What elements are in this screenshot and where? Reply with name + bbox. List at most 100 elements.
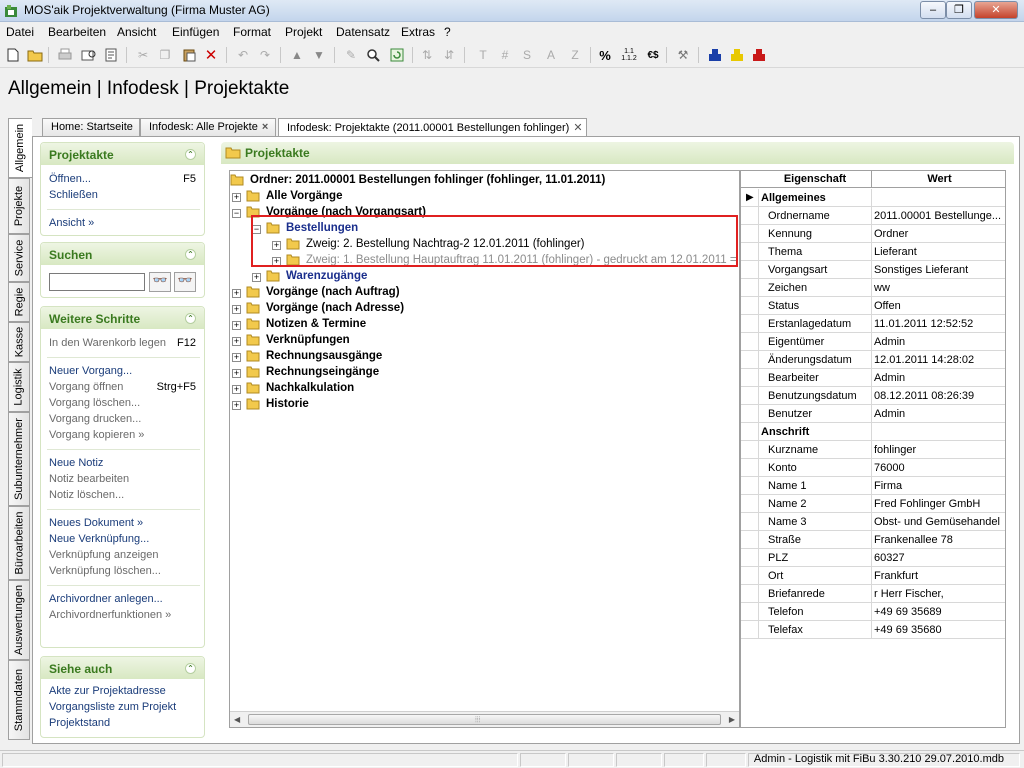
expand-icon[interactable]: + — [232, 321, 241, 330]
side-tab-allgemein[interactable]: Allgemein — [8, 118, 32, 178]
property-value[interactable]: Frankenallee 78 — [874, 534, 1005, 546]
property-value[interactable]: Fred Fohlinger GmbH — [874, 498, 1005, 510]
property-row[interactable]: Konto 76000 — [741, 459, 1005, 477]
new-vorgang-link[interactable]: Neuer Vorgang... — [49, 365, 132, 377]
property-value[interactable]: Lieferant — [874, 246, 1005, 258]
user-red-icon[interactable] — [750, 46, 768, 64]
cut-icon[interactable]: ✂ — [134, 46, 152, 64]
property-value[interactable]: 2011.00001 Bestellunge... — [874, 210, 1005, 222]
numbering-icon[interactable]: 1.1 1.1.2 — [620, 46, 638, 64]
archive-functions-link[interactable]: Archivordnerfunktionen » — [49, 609, 171, 621]
tab-projektakte[interactable]: Infodesk: Projektakte (2011.00001 Bestel… — [278, 118, 587, 137]
menu-ansicht[interactable]: Ansicht — [117, 25, 156, 39]
collapse-icon[interactable]: ⌃ — [185, 313, 196, 324]
move-down-icon[interactable]: ▼ — [310, 46, 328, 64]
property-row[interactable]: PLZ 60327 — [741, 549, 1005, 567]
search-input[interactable] — [49, 273, 145, 291]
property-value[interactable]: +49 69 35680 — [874, 624, 1005, 636]
side-tab-auswertungen[interactable]: Auswertungen — [8, 580, 30, 660]
menu-datensatz[interactable]: Datensatz — [336, 25, 390, 39]
tab-alle-projekte[interactable]: Infodesk: Alle Projekte × — [140, 118, 276, 136]
delete-link-link[interactable]: Verknüpfung löschen... — [49, 565, 161, 577]
expand-icon[interactable]: + — [232, 385, 241, 394]
menu-extras[interactable]: Extras — [401, 25, 435, 39]
new-document-link[interactable]: Neues Dokument » — [49, 517, 143, 529]
property-value[interactable]: Firma — [874, 480, 1005, 492]
property-row[interactable]: Änderungsdatum 12.01.2011 14:28:02 — [741, 351, 1005, 369]
side-tab-logistik[interactable]: Logistik — [8, 362, 30, 412]
menu-datei[interactable]: Datei — [6, 25, 34, 39]
menu-format[interactable]: Format — [233, 25, 271, 39]
edit-note-link[interactable]: Notiz bearbeiten — [49, 473, 129, 485]
menu-help[interactable]: ? — [444, 25, 451, 39]
collapse-icon[interactable]: ⌃ — [185, 663, 196, 674]
z-format-icon[interactable]: Z — [566, 46, 584, 64]
property-category[interactable]: Anschrift — [741, 423, 1005, 441]
open-link[interactable]: Öffnen... — [49, 173, 91, 185]
new-icon[interactable] — [4, 46, 22, 64]
redo-icon[interactable]: ↷ — [256, 46, 274, 64]
expand-icon[interactable]: + — [232, 289, 241, 298]
expand-icon[interactable]: + — [232, 353, 241, 362]
property-value[interactable]: 08.12.2011 08:26:39 — [874, 390, 1005, 402]
scroll-thumb[interactable]: ⦙⦙⦙ — [248, 714, 721, 725]
property-category[interactable]: ▶ Allgemeines — [741, 189, 1005, 207]
close-tab-icon[interactable]: × — [262, 121, 268, 133]
property-row[interactable]: Zeichen ww — [741, 279, 1005, 297]
edit-icon[interactable]: ✎ — [342, 46, 360, 64]
property-row[interactable]: Name 1 Firma — [741, 477, 1005, 495]
horizontal-scrollbar[interactable]: ◀ ⦙⦙⦙ ▶ — [230, 711, 739, 727]
side-tab-service[interactable]: Service — [8, 234, 30, 282]
delete-vorgang-link[interactable]: Vorgang löschen... — [49, 397, 140, 409]
open-folder-icon[interactable] — [26, 46, 44, 64]
side-tab-bueroarbeiten[interactable]: Büroarbeiten — [8, 506, 30, 580]
show-link-link[interactable]: Verknüpfung anzeigen — [49, 549, 158, 561]
expand-icon[interactable]: + — [232, 337, 241, 346]
property-value[interactable]: +49 69 35689 — [874, 606, 1005, 618]
panel-header[interactable]: Weitere Schritte ⌃ — [41, 307, 204, 329]
property-row[interactable]: Benutzungsdatum 08.12.2011 08:26:39 — [741, 387, 1005, 405]
currency-icon[interactable]: €$ — [644, 46, 662, 64]
property-row[interactable]: Straße Frankenallee 78 — [741, 531, 1005, 549]
expand-icon[interactable]: + — [232, 305, 241, 314]
property-value[interactable]: fohlinger — [874, 444, 1005, 456]
close-button[interactable]: ✕ — [974, 1, 1018, 19]
page-setup-icon[interactable] — [102, 46, 120, 64]
property-value[interactable]: r Herr Fischer, — [874, 588, 1005, 600]
side-tab-projekte[interactable]: Projekte — [8, 178, 30, 234]
user-blue-icon[interactable] — [706, 46, 724, 64]
delete-icon[interactable]: ✕ — [202, 46, 220, 64]
property-row[interactable]: Ordnername 2011.00001 Bestellunge... — [741, 207, 1005, 225]
property-value[interactable]: ww — [874, 282, 1005, 294]
side-tab-regie[interactable]: Regie — [8, 282, 30, 322]
scroll-right-icon[interactable]: ▶ — [729, 715, 735, 724]
property-row[interactable]: Bearbeiter Admin — [741, 369, 1005, 387]
side-tab-subunternehmer[interactable]: Subunternehmer — [8, 412, 30, 506]
move-up-icon[interactable]: ▲ — [288, 46, 306, 64]
menu-einfuegen[interactable]: Einfügen — [172, 25, 219, 39]
text-format-icon[interactable]: T — [474, 46, 492, 64]
property-value[interactable]: Admin — [874, 408, 1005, 420]
tools-icon[interactable]: ⚒ — [674, 46, 692, 64]
copy-vorgang-link[interactable]: Vorgang kopieren » — [49, 429, 144, 441]
archive-folder-link[interactable]: Archivordner anlegen... — [49, 593, 163, 605]
expand-icon[interactable]: + — [232, 401, 241, 410]
property-value[interactable]: 60327 — [874, 552, 1005, 564]
property-row[interactable]: Ort Frankfurt — [741, 567, 1005, 585]
tab-home-startseite[interactable]: Home: Startseite — [42, 118, 140, 136]
column-eigenschaft[interactable]: Eigenschaft — [759, 173, 871, 185]
scroll-left-icon[interactable]: ◀ — [234, 715, 240, 724]
property-row[interactable]: Eigentümer Admin — [741, 333, 1005, 351]
search-next-button[interactable]: 👓 — [174, 272, 196, 292]
property-row[interactable]: Kennung Ordner — [741, 225, 1005, 243]
property-value[interactable]: Admin — [874, 336, 1005, 348]
property-row[interactable]: Name 3 Obst- und Gemüsehandel — [741, 513, 1005, 531]
menu-projekt[interactable]: Projekt — [285, 25, 322, 39]
find-icon[interactable] — [364, 46, 382, 64]
print-vorgang-link[interactable]: Vorgang drucken... — [49, 413, 141, 425]
side-tab-stammdaten[interactable]: Stammdaten — [8, 660, 30, 740]
s-format-icon[interactable]: S — [518, 46, 536, 64]
refresh-icon[interactable] — [388, 46, 406, 64]
a-format-icon[interactable]: A — [542, 46, 560, 64]
user-yellow-icon[interactable] — [728, 46, 746, 64]
